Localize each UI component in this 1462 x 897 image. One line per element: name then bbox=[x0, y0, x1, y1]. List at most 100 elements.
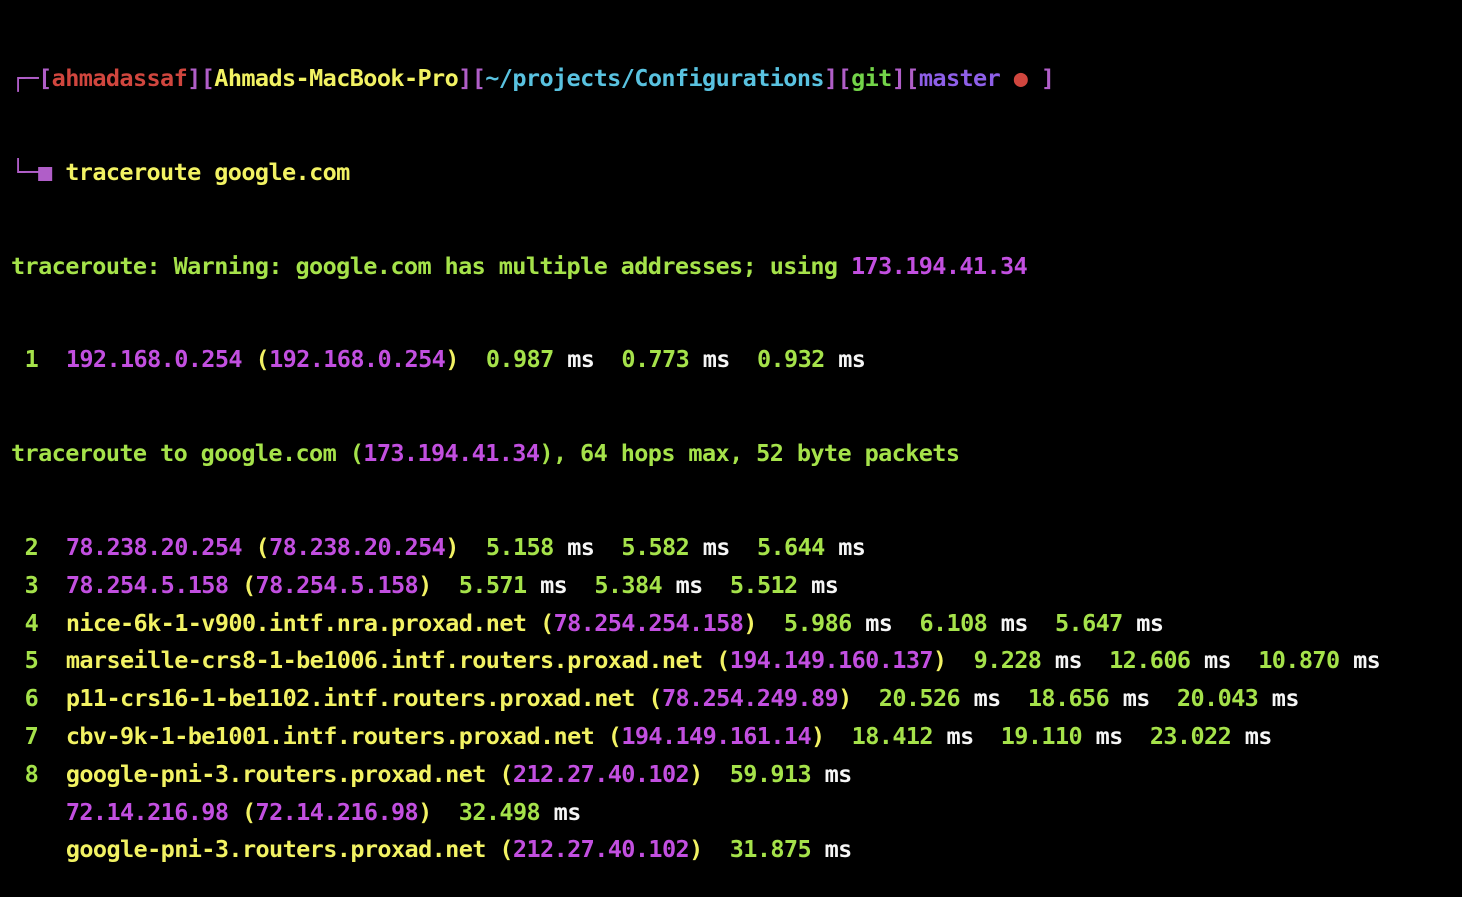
hop-number: 6 bbox=[24, 684, 39, 713]
prompt-line: ┌─[ahmadassaf][Ahmads-MacBook-Pro][~/pro… bbox=[11, 64, 1055, 92]
hop-ip: 78.254.254.158 bbox=[553, 608, 744, 637]
time-unit: ms bbox=[811, 570, 839, 599]
hop-time: 5.512 bbox=[729, 570, 798, 599]
time-unit: ms bbox=[1000, 608, 1029, 637]
hop-row: 6 p11-crs16-1-be1102.intf.routers.proxad… bbox=[11, 680, 1462, 718]
paren-close: ) bbox=[932, 646, 947, 675]
paren-close: ) bbox=[743, 608, 757, 637]
warning-text: traceroute: Warning: google.com has mult… bbox=[11, 251, 851, 280]
header-suffix: ), 64 hops max, 52 byte packets bbox=[539, 439, 960, 468]
traceroute-header-line: traceroute to google.com (173.194.41.34)… bbox=[11, 435, 1462, 473]
hop-host: 78.254.5.158 bbox=[65, 570, 229, 599]
paren-close: ) bbox=[811, 721, 825, 750]
time-unit: ms bbox=[1353, 646, 1381, 675]
terminal-window[interactable]: ┌─[ahmadassaf][Ahmads-MacBook-Pro][~/pro… bbox=[0, 0, 1462, 863]
hop-row: 4 nice-6k-1-v900.intf.nra.proxad.net (78… bbox=[11, 605, 1462, 643]
hop-time: 20.526 bbox=[878, 684, 961, 713]
command-text[interactable]: traceroute google.com bbox=[65, 158, 350, 186]
hop-host: cbv-9k-1-be1001.intf.routers.proxad.net bbox=[65, 721, 595, 750]
hop-number: 8 bbox=[24, 759, 39, 788]
paren-close: ) bbox=[445, 345, 459, 374]
header-address: 173.194.41.34 bbox=[363, 439, 540, 468]
hop-time: 23.022 bbox=[1149, 721, 1232, 750]
hop-time: 32.498 bbox=[458, 797, 541, 826]
time-unit: ms bbox=[702, 345, 731, 374]
paren-close: ) bbox=[445, 532, 459, 561]
warning-address: 173.194.41.34 bbox=[851, 251, 1028, 280]
time-unit: ms bbox=[567, 345, 595, 374]
prompt-host: Ahmads-MacBook-Pro bbox=[214, 64, 459, 92]
time-unit: ms bbox=[1095, 721, 1124, 750]
header-prefix: traceroute to google.com ( bbox=[11, 439, 364, 468]
hop-time: 0.773 bbox=[621, 345, 690, 374]
paren-close: ) bbox=[689, 835, 703, 864]
hop-time: 12.606 bbox=[1109, 646, 1191, 675]
hop-time: 0.987 bbox=[485, 345, 554, 374]
hop-number: 3 bbox=[24, 570, 39, 599]
hop-time: 5.384 bbox=[594, 570, 663, 599]
hop-row: 2 78.238.20.254 (78.238.20.254) 5.158 ms… bbox=[11, 529, 1462, 567]
warning-line: traceroute: Warning: google.com has mult… bbox=[11, 248, 1462, 286]
paren-open: ( bbox=[702, 646, 730, 675]
command-line[interactable]: └─■ traceroute google.com bbox=[11, 154, 1462, 192]
time-unit: ms bbox=[1244, 721, 1273, 750]
time-unit: ms bbox=[540, 570, 568, 599]
hop-number: 5 bbox=[24, 646, 39, 675]
hop-ip: 194.149.161.14 bbox=[621, 721, 811, 750]
prompt-user: ahmadassaf bbox=[51, 64, 188, 92]
paren-close: ) bbox=[689, 759, 703, 788]
hop-time: 10.870 bbox=[1258, 646, 1340, 675]
time-unit: ms bbox=[675, 570, 704, 599]
time-unit: ms bbox=[702, 532, 731, 561]
hop-ip: 212.27.40.102 bbox=[512, 759, 690, 788]
hop-number: 4 bbox=[24, 608, 39, 637]
time-unit: ms bbox=[553, 797, 582, 826]
hop-number: 7 bbox=[24, 721, 39, 750]
paren-open: ( bbox=[634, 684, 662, 713]
paren-open: ( bbox=[485, 759, 513, 788]
pre-header-hop-list: 1 192.168.0.254 (192.168.0.254) 0.987 ms… bbox=[11, 341, 1462, 379]
paren-open: ( bbox=[241, 345, 270, 374]
hop-ip: 192.168.0.254 bbox=[269, 345, 446, 374]
hop-row: 8 google-pni-3.routers.proxad.net (212.2… bbox=[11, 756, 1462, 794]
hop-time: 31.875 bbox=[729, 835, 812, 864]
hop-time: 5.647 bbox=[1054, 608, 1123, 637]
hop-time: 19.110 bbox=[1000, 721, 1083, 750]
time-unit: ms bbox=[1203, 646, 1232, 675]
paren-open: ( bbox=[594, 721, 622, 750]
time-unit: ms bbox=[946, 721, 975, 750]
hop-time: 18.412 bbox=[851, 721, 934, 750]
hop-ip: 212.27.40.102 bbox=[512, 835, 690, 864]
time-unit: ms bbox=[824, 759, 853, 788]
hop-time: 20.043 bbox=[1176, 684, 1259, 713]
hop-host: p11-crs16-1-be1102.intf.routers.proxad.n… bbox=[65, 684, 636, 713]
